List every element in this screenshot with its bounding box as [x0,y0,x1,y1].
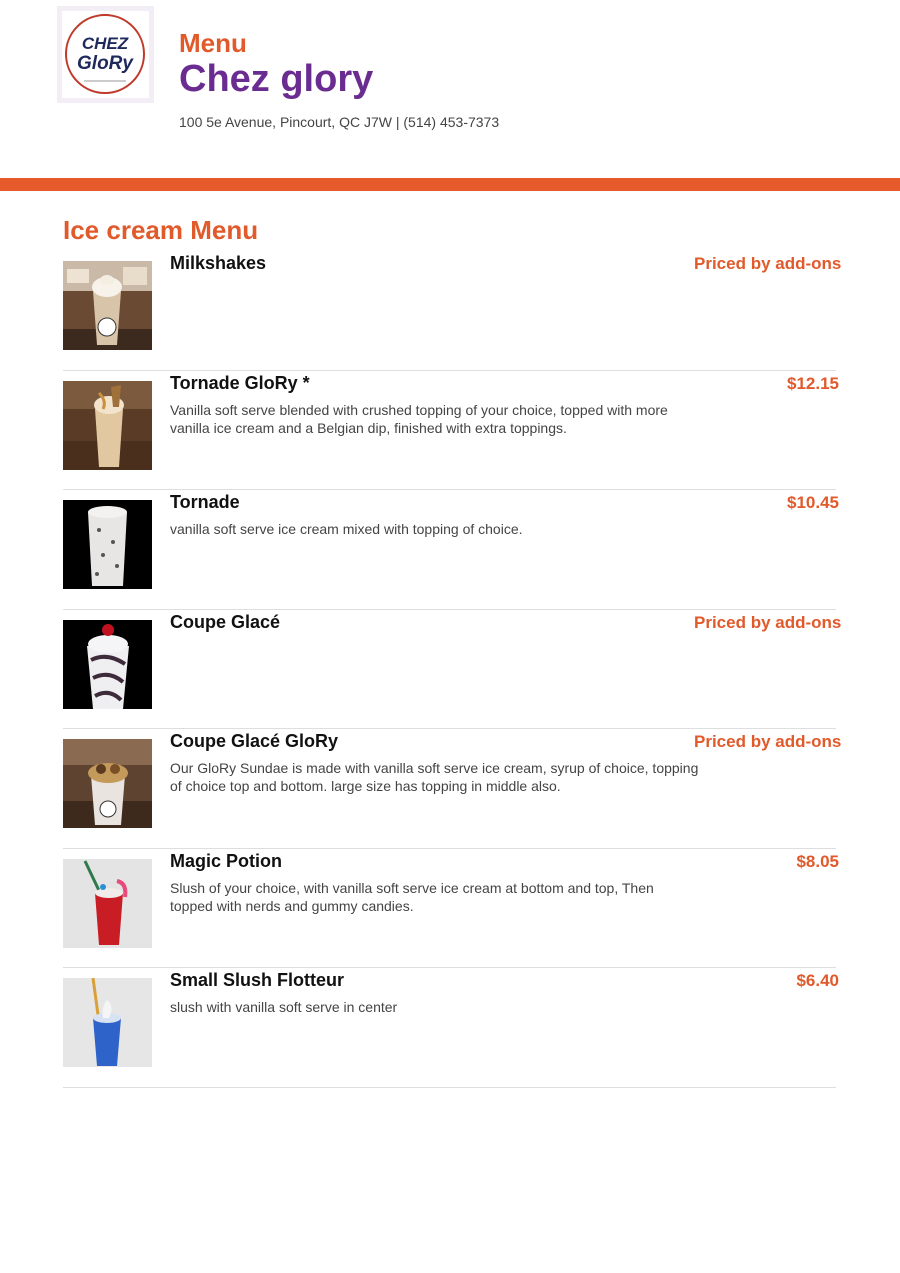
menu-item[interactable]: Tornade GloRy * Vanilla soft serve blend… [63,371,839,490]
item-name: Coupe Glacé GloRy [170,731,339,751]
menu-item[interactable]: Coupe Glacé GloRy Our GloRy Sundae is ma… [63,729,841,849]
logo: CHEZ GloRy [57,6,154,103]
milkshake-photo [63,261,152,350]
item-name: Tornade [170,492,240,512]
item-price: Priced by add-ons [694,254,842,273]
section-title: Ice cream Menu [63,215,259,245]
item-name: Magic Potion [170,850,282,871]
restaurant-address: 100 5e Avenue, Pincourt, QC J7W | (514) … [179,114,500,130]
magic-potion-photo [63,858,152,948]
menu-item[interactable]: Tornade vanilla soft serve ice cream mix… [63,490,839,610]
sundae-photo [63,619,152,709]
item-name: Small Slush Flotteur [170,970,345,990]
item-price: $12.15 [787,373,839,393]
item-description: vanilla soft serve ice cream mixed with … [170,521,523,537]
divider-bar [0,178,900,191]
item-price: Priced by add-ons [694,612,842,632]
item-name: Tornade GloRy * [170,372,310,393]
menu-item[interactable]: Magic Potion Slush of your choice, with … [63,849,839,968]
tornade-glory-photo [63,380,152,470]
item-description: Our GloRy Sundae is made with vanilla so… [170,760,699,794]
item-price: $6.40 [796,971,839,990]
menu-item[interactable]: Small Slush Flotteur slush with vanilla … [63,968,839,1088]
menu-item[interactable]: Coupe Glacé Priced by add-ons [63,610,841,729]
item-price: $10.45 [787,493,839,512]
item-description: Vanilla soft serve blended with crushed … [170,401,668,436]
menu-item[interactable]: Milkshakes Priced by add-ons [63,251,841,371]
logo-line1: CHEZ [82,34,129,53]
item-name: Coupe Glacé [170,611,281,632]
logo-icon: CHEZ GloRy [62,11,149,98]
item-description: Slush of your choice, with vanilla soft … [170,879,654,914]
logo-line2: GloRy [77,53,134,74]
item-description: slush with vanilla soft serve in center [170,999,398,1015]
glory-sundae-photo [63,739,152,828]
menu-label: Menu [179,28,247,58]
restaurant-name: Chez glory [179,58,374,100]
menu-items-list: Milkshakes Priced by add-ons Tornade Glo… [63,251,845,1088]
tornade-photo [63,500,152,589]
header: CHEZ GloRy Menu Chez glory 100 5e Avenue… [0,0,900,178]
item-price: $8.05 [796,851,839,871]
slush-flotteur-photo [63,978,152,1067]
item-price: Priced by add-ons [694,732,842,751]
item-name: Milkshakes [170,253,267,273]
